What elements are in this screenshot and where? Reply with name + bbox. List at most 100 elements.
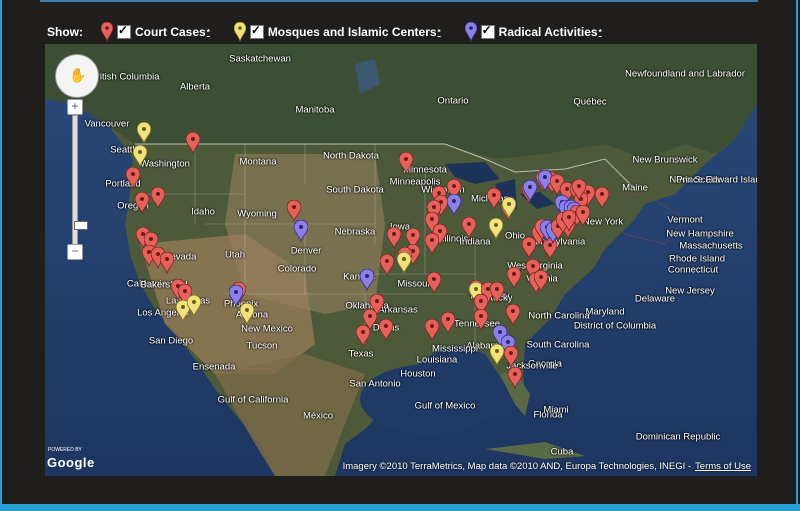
legend-item-radical[interactable]: Radical Activities*	[464, 22, 602, 42]
court-marker[interactable]	[441, 312, 455, 334]
court-marker[interactable]	[576, 205, 590, 227]
court-marker[interactable]	[474, 309, 488, 331]
map-label: New Hampshire	[666, 228, 734, 240]
radical-marker[interactable]	[294, 220, 308, 242]
court-marker[interactable]	[151, 187, 165, 209]
court-cases-label: Court Cases	[135, 25, 206, 39]
mosque-marker[interactable]	[240, 303, 254, 325]
map-label: Miami	[543, 404, 569, 416]
zoom-slider[interactable]: + −	[67, 99, 88, 261]
zoom-in-button[interactable]: +	[67, 99, 83, 115]
radical-info-link[interactable]: *	[599, 28, 602, 37]
map-label: Connecticut	[667, 264, 719, 276]
mosque-marker[interactable]	[502, 197, 516, 219]
terms-of-use-link[interactable]: Terms of Use	[695, 461, 751, 472]
radical-checkbox[interactable]	[480, 23, 495, 39]
court-marker[interactable]	[595, 187, 609, 209]
map-label: Utah	[224, 249, 246, 261]
court-marker[interactable]	[508, 367, 522, 389]
map-label: Gulf of California	[217, 394, 289, 406]
court-marker[interactable]	[522, 237, 536, 259]
legend-bar: Show: Court Cases* Mosques and Islamic C…	[47, 20, 767, 44]
map-label: Washington	[140, 158, 190, 170]
mosques-label: Mosques and Islamic Centers	[267, 25, 437, 39]
court-marker[interactable]	[425, 233, 439, 255]
top-divider	[40, 0, 758, 2]
map-label: Delaware	[634, 293, 676, 305]
map-label: Massachusetts	[679, 240, 743, 252]
map-label: Texas	[348, 348, 374, 360]
map-label: Newfoundland and Labrador	[625, 68, 745, 80]
map-label: Denver	[290, 245, 322, 257]
mosques-checkbox[interactable]	[249, 23, 264, 39]
map-label: San Diego	[148, 335, 194, 347]
court-marker[interactable]	[562, 210, 576, 232]
radical-marker[interactable]	[447, 194, 461, 216]
map-label: Wyoming	[237, 208, 277, 220]
court-cases-checkbox[interactable]	[117, 23, 131, 39]
court-marker[interactable]	[126, 167, 140, 189]
legend-item-court-cases[interactable]: Court Cases*	[101, 22, 210, 42]
court-cases-info-link[interactable]: *	[207, 28, 210, 37]
mosque-marker[interactable]	[489, 218, 503, 240]
court-marker[interactable]	[387, 227, 401, 249]
purple-pin-icon	[464, 22, 477, 42]
map-label: Alberta	[179, 81, 211, 93]
legend-item-mosques[interactable]: Mosques and Islamic Centers*	[233, 22, 441, 42]
yellow-pin-icon	[233, 22, 246, 42]
mosque-marker[interactable]	[490, 344, 504, 366]
satellite-map[interactable]: British Columbia Alberta Saskatchewan Manit…	[45, 44, 757, 476]
radical-label: Radical Activities	[498, 25, 598, 39]
zoom-track[interactable]	[72, 115, 88, 247]
court-marker[interactable]	[504, 346, 518, 368]
map-label: Gulf of Mexico	[414, 400, 476, 412]
map-label: Ontario	[437, 95, 469, 107]
map-label: New Brunswick	[632, 154, 698, 166]
google-logo[interactable]: POWERED BY Google	[47, 447, 95, 470]
court-marker[interactable]	[427, 272, 441, 294]
court-marker[interactable]	[490, 282, 504, 304]
mosque-marker[interactable]	[187, 295, 201, 317]
mosque-marker[interactable]	[137, 122, 151, 144]
pan-control[interactable]: ✋	[55, 54, 99, 98]
court-marker[interactable]	[380, 254, 394, 276]
radical-marker[interactable]	[523, 180, 537, 202]
map-label: Nebraska	[334, 226, 376, 238]
zoom-out-button[interactable]: −	[67, 244, 83, 260]
map-label: Mississippi	[432, 343, 478, 355]
bottom-border	[0, 504, 800, 511]
court-marker[interactable]	[186, 132, 200, 154]
map-label: Cuba	[550, 446, 574, 458]
court-marker[interactable]	[135, 192, 149, 214]
map-label: Montana	[239, 156, 277, 168]
court-marker[interactable]	[534, 270, 548, 292]
court-marker[interactable]	[462, 217, 476, 239]
map-label: Vancouver	[84, 118, 130, 130]
map-label: South Carolina	[526, 339, 590, 351]
mosques-info-link[interactable]: *	[438, 28, 441, 37]
court-marker[interactable]	[487, 188, 501, 210]
map-label: British Columbia	[90, 71, 160, 83]
court-marker[interactable]	[160, 252, 174, 274]
court-marker[interactable]	[425, 319, 439, 341]
court-marker[interactable]	[507, 267, 521, 289]
map-label: Colorado	[277, 263, 317, 275]
powered-by-label: POWERED BY	[48, 447, 82, 453]
court-marker[interactable]	[506, 304, 520, 326]
radical-marker[interactable]	[360, 269, 374, 291]
mosque-marker[interactable]	[397, 252, 411, 274]
court-marker[interactable]	[356, 325, 370, 347]
map-label: Vermont	[667, 214, 703, 226]
map-label: Maine	[622, 182, 648, 194]
court-marker[interactable]	[572, 179, 586, 201]
map-label: Louisiana	[416, 354, 458, 366]
map-label: Houston	[400, 368, 436, 380]
map-label: South Dakota	[326, 184, 384, 196]
mosque-marker[interactable]	[133, 145, 147, 167]
court-marker[interactable]	[379, 319, 393, 341]
court-marker[interactable]	[399, 152, 413, 174]
zoom-handle[interactable]	[74, 221, 88, 230]
court-marker[interactable]	[287, 200, 301, 222]
map-label: Québec	[573, 96, 607, 108]
map-label: Manitoba	[295, 104, 335, 116]
